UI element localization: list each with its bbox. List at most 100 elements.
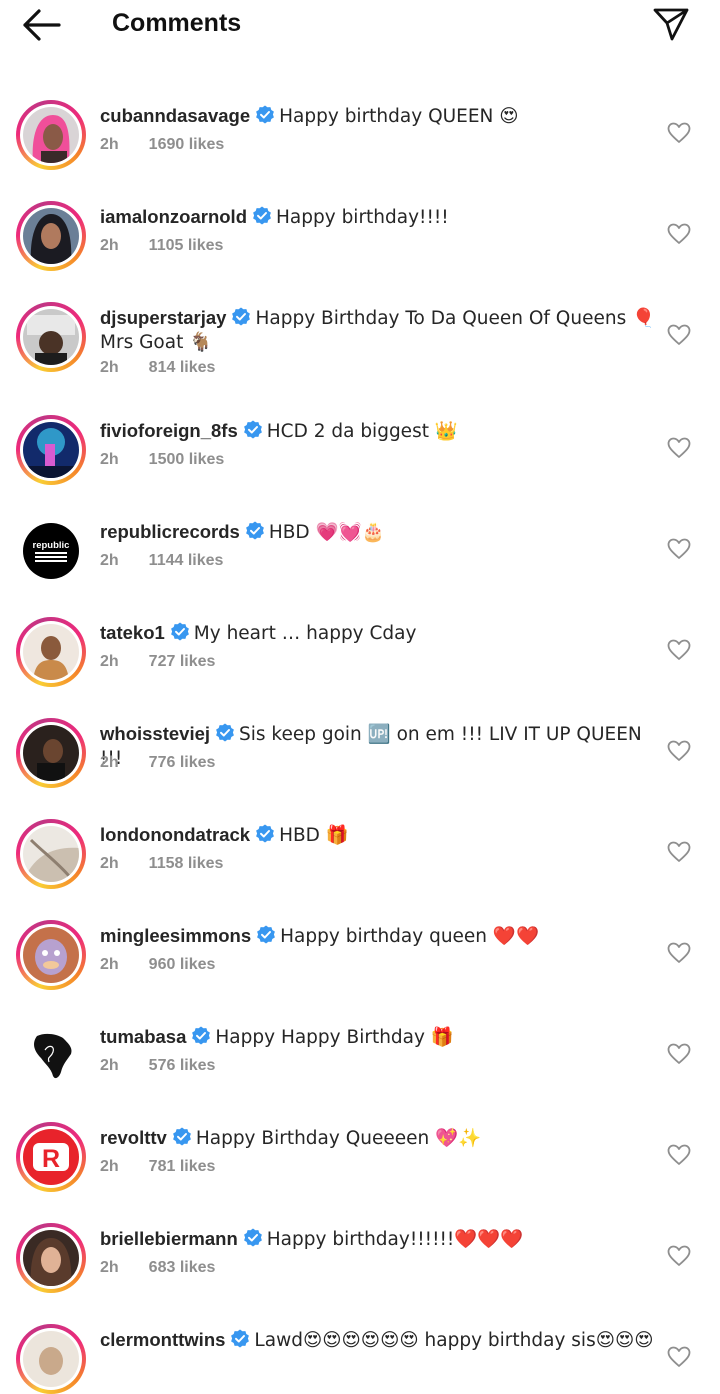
comment-time: 2h: [100, 855, 119, 872]
story-ring[interactable]: [16, 920, 86, 990]
verified-badge-icon: [192, 1026, 211, 1045]
comment-time: 2h: [100, 956, 119, 973]
comment-username[interactable]: revolttv: [100, 1127, 167, 1148]
comment-meta: 2h 814 likes: [100, 359, 215, 377]
comment-likes[interactable]: 727 likes: [149, 653, 216, 670]
comment-time: 2h: [100, 1158, 119, 1175]
avatar-frame[interactable]: [16, 1021, 86, 1091]
like-heart-icon[interactable]: [667, 324, 691, 346]
comment-username[interactable]: tumabasa: [100, 1026, 186, 1047]
comment-likes[interactable]: 1158 likes: [149, 855, 224, 872]
comment-likes[interactable]: 1690 likes: [149, 136, 225, 153]
comment-time: 2h: [100, 754, 119, 771]
story-ring[interactable]: [16, 100, 86, 170]
back-arrow-icon[interactable]: [22, 8, 62, 42]
avatar: [23, 927, 79, 983]
comment-likes[interactable]: 1105 likes: [149, 237, 224, 254]
comment-likes[interactable]: 683 likes: [149, 1259, 216, 1276]
like-heart-icon[interactable]: [667, 538, 691, 560]
revolt-logo-letter: R: [42, 1145, 60, 1173]
verified-badge-icon: [216, 723, 234, 742]
comment-username[interactable]: londonondatrack: [100, 824, 250, 845]
comment-likes[interactable]: 576 likes: [149, 1057, 216, 1074]
avatar: [23, 1331, 79, 1387]
comment-username[interactable]: mingleesimmons: [100, 925, 251, 946]
comment-username[interactable]: djsuperstarjay: [100, 307, 226, 328]
like-heart-icon[interactable]: [667, 942, 691, 964]
like-heart-icon[interactable]: [667, 437, 691, 459]
verified-badge-icon: [243, 1228, 262, 1247]
verified-badge-icon: [257, 925, 276, 944]
avatar: republic: [23, 523, 79, 579]
comment-time: 2h: [100, 237, 119, 254]
avatar: [23, 624, 79, 680]
comment-meta: 2h 1144 likes: [100, 552, 223, 570]
story-ring[interactable]: [16, 819, 86, 889]
comment-username[interactable]: cubanndasavage: [100, 105, 250, 126]
comment-likes[interactable]: 1144 likes: [149, 552, 224, 569]
comment-text: Lawd😍😍😍😍😍😍 happy birthday sis😍😍😍: [254, 1330, 654, 1351]
top-bar: Comments: [0, 0, 720, 50]
comment-meta: 2h 576 likes: [100, 1057, 215, 1075]
like-heart-icon[interactable]: [667, 740, 691, 762]
story-ring[interactable]: [16, 718, 86, 788]
like-heart-icon[interactable]: [667, 1043, 691, 1065]
story-ring[interactable]: [16, 201, 86, 271]
comment-likes[interactable]: 781 likes: [149, 1158, 216, 1175]
comment-likes[interactable]: 1500 likes: [149, 451, 225, 468]
verified-badge-icon: [172, 1127, 191, 1146]
verified-badge-icon: [170, 622, 189, 641]
comment-username[interactable]: whoissteviej: [100, 723, 210, 744]
verified-badge-icon: [256, 105, 275, 124]
story-ring[interactable]: [16, 415, 86, 485]
avatar: [23, 208, 79, 264]
comment-likes[interactable]: 814 likes: [149, 359, 216, 376]
comment-time: 2h: [100, 359, 119, 376]
story-ring[interactable]: R: [16, 1122, 86, 1192]
comment-time: 2h: [100, 1259, 119, 1276]
comment-username[interactable]: republicrecords: [100, 521, 240, 542]
comment-text: HBD 🎁: [279, 825, 349, 846]
story-ring[interactable]: [16, 1223, 86, 1293]
avatar-frame[interactable]: republic: [16, 516, 86, 586]
avatar: [23, 309, 79, 365]
avatar: [23, 422, 79, 478]
comment-meta: 2h 960 likes: [100, 956, 215, 974]
send-icon[interactable]: [652, 6, 690, 42]
like-heart-icon[interactable]: [667, 1245, 691, 1267]
story-ring[interactable]: [16, 617, 86, 687]
comment-text: Happy Happy Birthday 🎁: [215, 1027, 454, 1048]
like-heart-icon[interactable]: [667, 223, 691, 245]
comment-username[interactable]: fivioforeign_8fs: [100, 420, 238, 441]
comment-text: Happy birthday queen ❤️❤️: [280, 926, 539, 947]
page-title: Comments: [112, 9, 242, 37]
comment-username[interactable]: tateko1: [100, 622, 165, 643]
comment-username[interactable]: clermonttwins: [100, 1329, 225, 1350]
verified-badge-icon: [253, 206, 271, 225]
story-ring[interactable]: [16, 1324, 86, 1394]
avatar: [23, 1028, 79, 1084]
comment-username[interactable]: iamalonzoarnold: [100, 206, 247, 227]
like-heart-icon[interactable]: [667, 1346, 691, 1368]
like-heart-icon[interactable]: [667, 122, 691, 144]
verified-badge-icon: [231, 1329, 250, 1348]
comment-username[interactable]: briellebiermann: [100, 1228, 238, 1249]
comment-time: 2h: [100, 136, 119, 153]
comment-time: 2h: [100, 451, 119, 468]
comment-meta: 2h 1105 likes: [100, 237, 223, 255]
verified-badge-icon: [245, 521, 264, 540]
comment-time: 2h: [100, 1057, 119, 1074]
comment-likes[interactable]: 960 likes: [149, 956, 216, 973]
comment-meta: 2h 781 likes: [100, 1158, 215, 1176]
comment-meta: 2h 776 likes: [100, 754, 215, 772]
story-ring[interactable]: [16, 302, 86, 372]
like-heart-icon[interactable]: [667, 841, 691, 863]
verified-badge-icon: [232, 307, 251, 326]
avatar: [23, 1230, 79, 1286]
like-heart-icon[interactable]: [667, 1144, 691, 1166]
avatar: [23, 725, 79, 781]
comment-likes[interactable]: 776 likes: [149, 754, 216, 771]
comment-meta: 2h 727 likes: [100, 653, 215, 671]
like-heart-icon[interactable]: [667, 639, 691, 661]
avatar: [23, 826, 79, 882]
